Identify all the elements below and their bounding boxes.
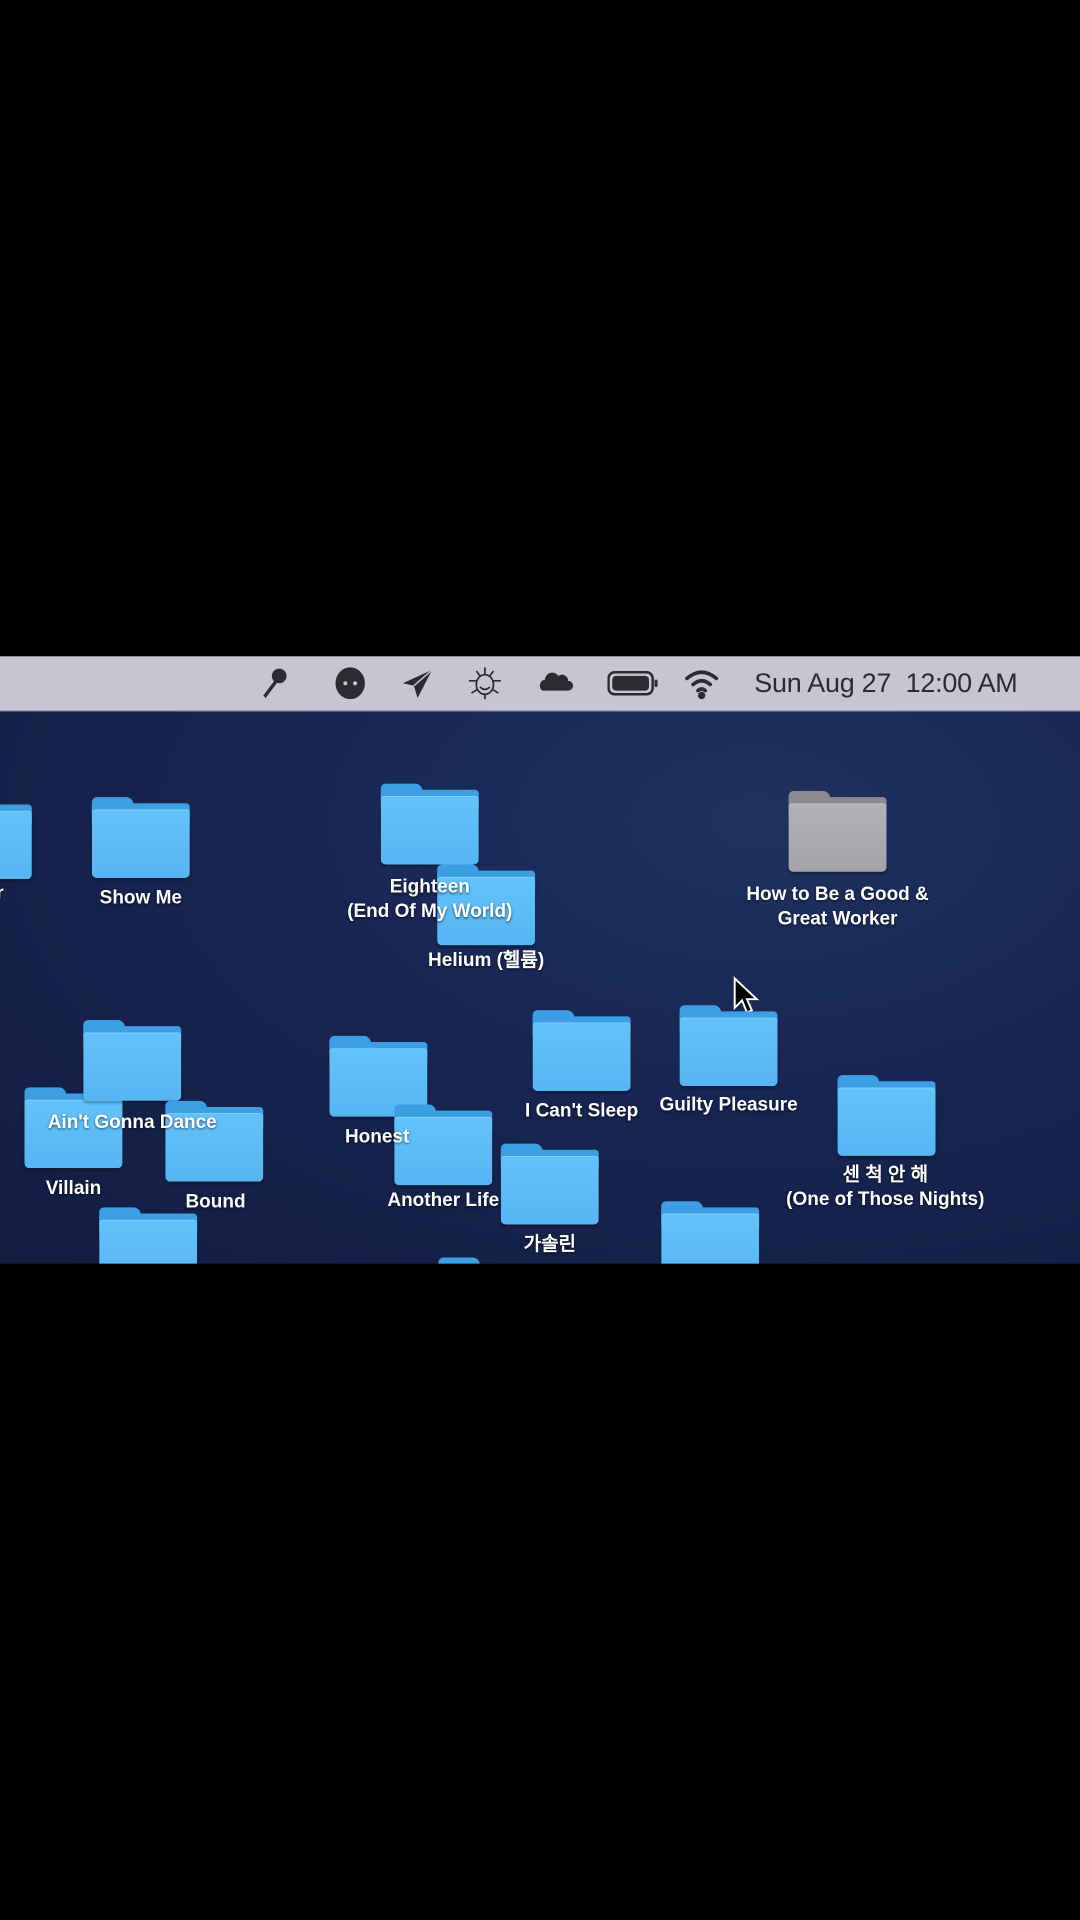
folder-icon[interactable] [788, 791, 887, 872]
folder-label[interactable]: Eighteen (End Of My World) [295, 876, 564, 925]
folder-icon[interactable] [91, 797, 190, 878]
clock-date: Aug 27 [807, 667, 892, 698]
clock-day: Sun [754, 667, 802, 698]
folder-label[interactable]: Show Me [6, 887, 275, 911]
wifi-icon[interactable] [683, 666, 720, 700]
folder-icon[interactable] [500, 1143, 599, 1225]
paper-plane-icon[interactable] [399, 666, 436, 700]
menu-bar-clock[interactable]: Sun Aug 27 12:00 AM [754, 667, 1017, 699]
folder-label[interactable]: 센 척 안 해 (One of Those Nights) [751, 1163, 1020, 1212]
folder-icon[interactable] [679, 1005, 778, 1087]
desktop: rShow Me Eighteen (End Of My World) Helium… [0, 711, 1080, 1264]
folder-label[interactable]: How to Be a Good & Great Worker [703, 883, 972, 932]
folder-label[interactable]: r [0, 882, 4, 906]
key-icon[interactable] [255, 666, 292, 700]
folder-icon[interactable] [837, 1075, 936, 1156]
folder-icon[interactable] [532, 1010, 631, 1092]
folder-icon[interactable] [83, 1020, 182, 1101]
folder-label[interactable]: Guilty Pleasure [594, 1093, 863, 1117]
cloud-icon[interactable] [536, 666, 574, 700]
clock-time: 12:00 AM [905, 667, 1018, 698]
folder-icon[interactable] [438, 1257, 536, 1264]
menu-bar: Sun Aug 27 12:00 AM [0, 656, 1080, 712]
ghost-icon[interactable] [332, 666, 369, 700]
bug-icon[interactable] [467, 666, 504, 700]
folder-icon[interactable] [0, 798, 32, 880]
folder-label[interactable]: Ain't Gonna Dance [0, 1111, 267, 1135]
folder-label[interactable]: Honest [242, 1125, 511, 1149]
folder-label[interactable]: 가솔린 [415, 1233, 684, 1257]
screen: Sun Aug 27 12:00 AM rShow Me Eighteen (En… [0, 0, 1080, 1920]
folder-icon[interactable] [99, 1207, 198, 1264]
folder-icon[interactable] [380, 783, 479, 865]
folder-icon[interactable] [661, 1201, 760, 1264]
folder-label[interactable]: Helium (헬륨) [351, 949, 620, 973]
battery-icon[interactable] [607, 666, 658, 700]
